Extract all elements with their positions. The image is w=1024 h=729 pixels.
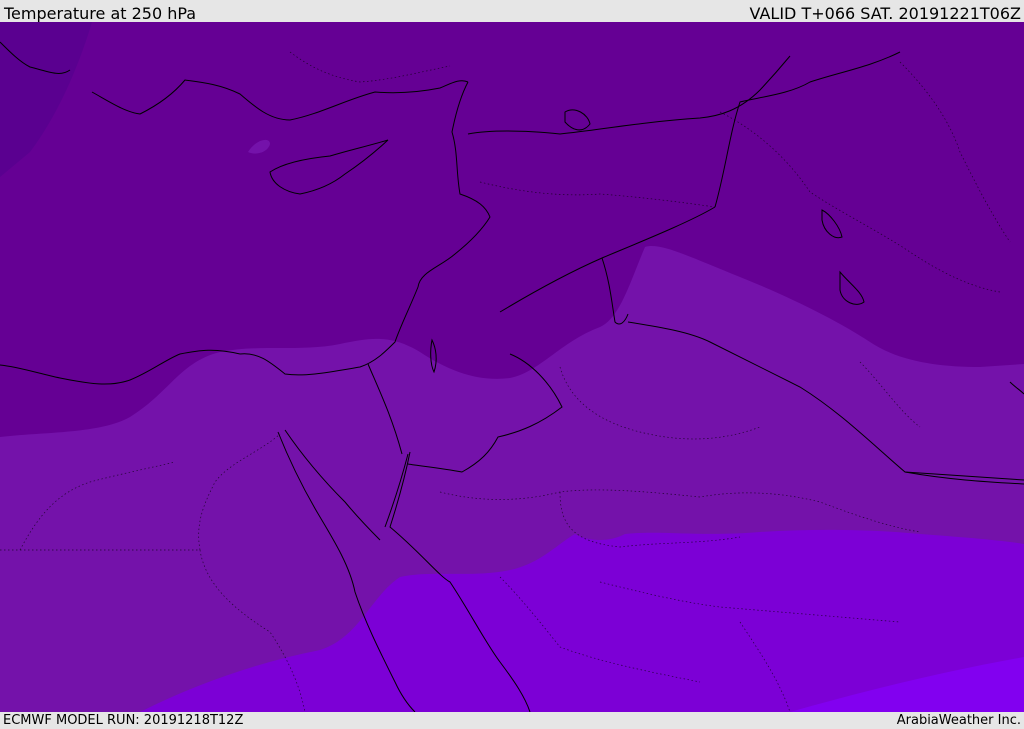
model-run-label: ECMWF MODEL RUN: 20191218T12Z <box>3 713 244 728</box>
header-bar: Temperature at 250 hPa VALID T+066 SAT. … <box>0 0 1024 23</box>
valid-time-label: VALID T+066 SAT. 20191221T06Z <box>749 4 1021 23</box>
footer-bar: ECMWF MODEL RUN: 20191218T12Z ArabiaWeat… <box>0 712 1024 729</box>
credit-label: ArabiaWeather Inc. <box>896 713 1021 728</box>
map-canvas <box>0 22 1024 712</box>
temperature-map[interactable] <box>0 22 1024 712</box>
weather-map-frame: Temperature at 250 hPa VALID T+066 SAT. … <box>0 0 1024 729</box>
map-title: Temperature at 250 hPa <box>4 4 197 23</box>
